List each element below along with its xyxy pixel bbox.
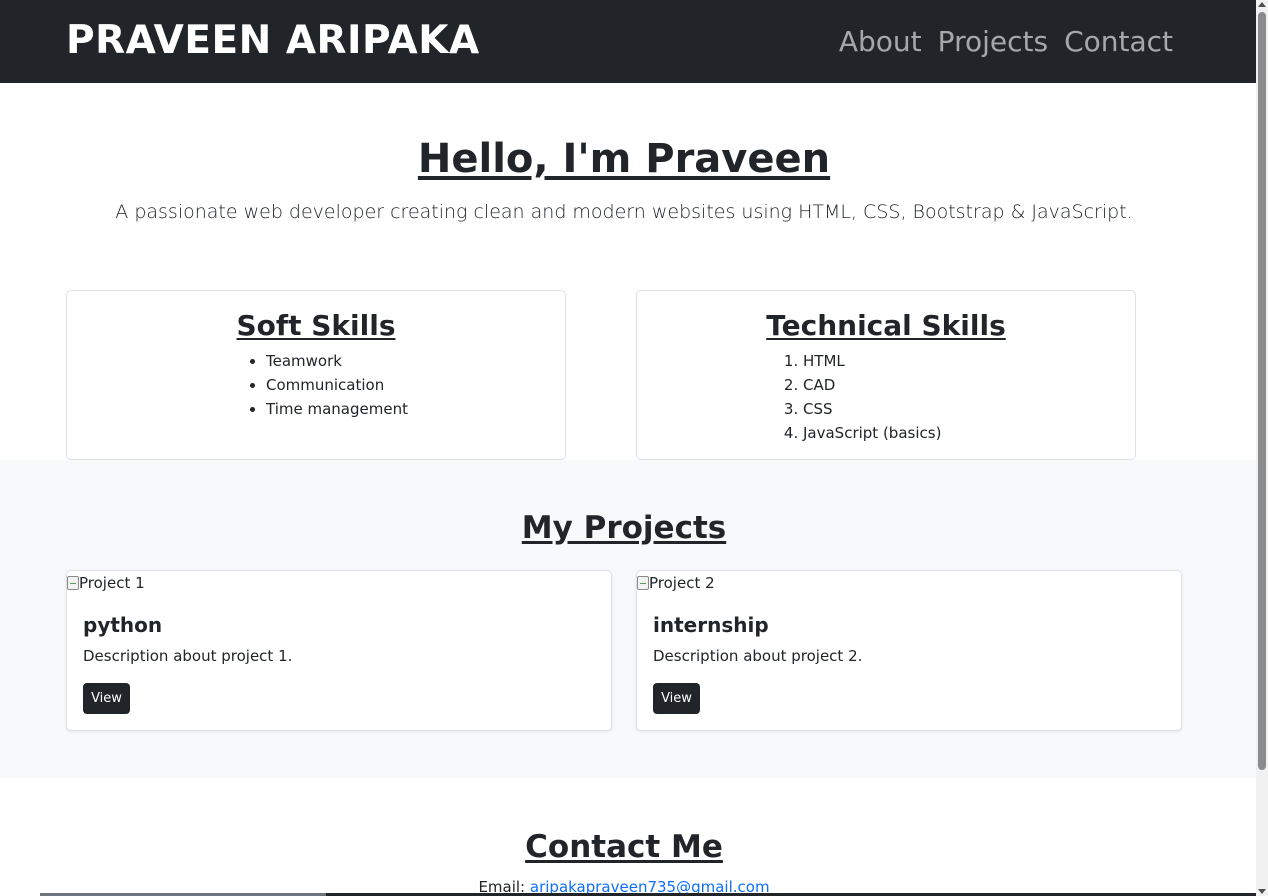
project-card: Project 1 python Description about proje… [66, 570, 612, 731]
hero-subtitle: A passionate web developer creating clea… [115, 201, 1133, 223]
project-name: internship [653, 613, 769, 637]
projects-section: My Projects Project 1 python Description… [0, 460, 1256, 778]
view-project-button[interactable]: View [653, 683, 700, 714]
project-card: Project 2 internship Description about p… [636, 570, 1182, 731]
project-description: Description about project 1. [83, 647, 293, 665]
nav-link-about[interactable]: About [839, 20, 922, 64]
soft-skills-card: Soft Skills Teamwork Communication Time … [66, 290, 566, 460]
nav-links: About Projects Contact [839, 20, 1173, 64]
project-image-alt: Project 2 [649, 574, 715, 592]
broken-image-icon [637, 576, 649, 590]
scrollbar-thumb[interactable] [1258, 12, 1266, 770]
soft-skill-item: Teamwork [266, 349, 408, 373]
technical-skill-item: JavaScript (basics) [803, 421, 941, 445]
nav-link-projects[interactable]: Projects [938, 20, 1048, 64]
broken-image-icon [67, 576, 79, 590]
technical-skill-item: CSS [803, 397, 941, 421]
project-image-alt: Project 1 [79, 574, 145, 592]
project-name: python [83, 613, 163, 637]
technical-skill-item: HTML [803, 349, 941, 373]
scroll-down-icon[interactable] [1258, 889, 1266, 894]
page: PRAVEEN ARIPAKA About Projects Contact H… [0, 0, 1256, 896]
soft-skill-item: Time management [266, 397, 408, 421]
project-description: Description about project 2. [653, 647, 863, 665]
brand-logo[interactable]: PRAVEEN ARIPAKA [66, 16, 480, 66]
technical-skills-title: Technical Skills [766, 309, 1006, 342]
scroll-up-icon[interactable] [1258, 2, 1266, 7]
soft-skill-item: Communication [266, 373, 408, 397]
project-image: Project 1 [67, 571, 145, 595]
view-project-button[interactable]: View [83, 683, 130, 714]
technical-skill-item: CAD [803, 373, 941, 397]
soft-skills-list: Teamwork Communication Time management [266, 349, 408, 421]
vertical-scrollbar[interactable] [1256, 0, 1268, 896]
soft-skills-title: Soft Skills [236, 309, 396, 342]
contact-title: Contact Me [525, 829, 723, 865]
technical-skills-card: Technical Skills HTML CAD CSS JavaScript… [636, 290, 1136, 460]
projects-title: My Projects [521, 510, 727, 546]
project-image: Project 2 [637, 571, 715, 595]
nav-link-contact[interactable]: Contact [1064, 20, 1173, 64]
navbar: PRAVEEN ARIPAKA About Projects Contact [0, 0, 1256, 83]
technical-skills-list: HTML CAD CSS JavaScript (basics) [803, 349, 941, 445]
hero-title: Hello, I'm Praveen [417, 136, 831, 182]
